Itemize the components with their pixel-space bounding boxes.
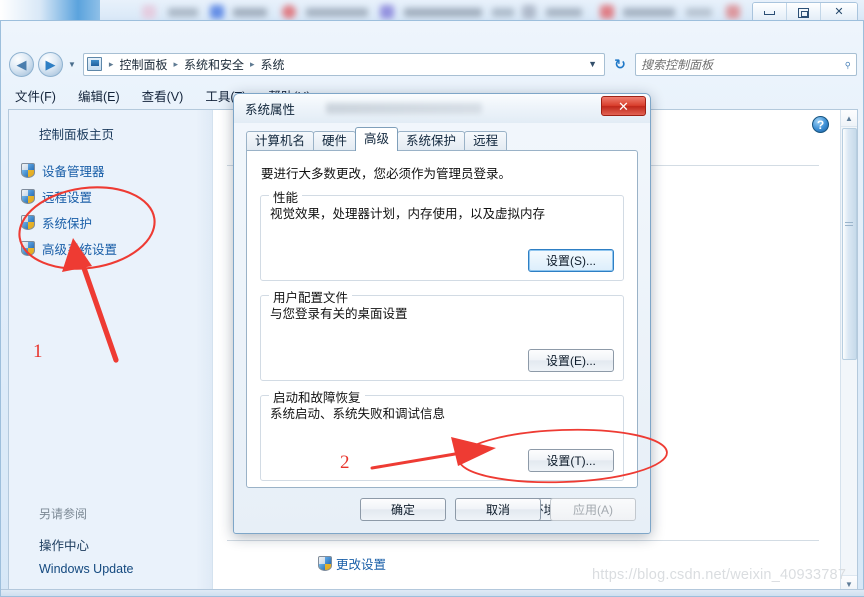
admin-note: 要进行大多数更改，您必须作为管理员登录。: [261, 167, 512, 181]
blurred-tab-text: [686, 8, 712, 17]
blurred-tab-text: [404, 8, 482, 17]
close-icon: ✕: [834, 6, 844, 18]
startup-recovery-settings-button[interactable]: 设置(T)...: [528, 449, 614, 472]
restore-icon: [798, 7, 809, 18]
vertical-scrollbar[interactable]: ▲ ▼: [840, 110, 857, 592]
breadcrumb-separator: ▸: [173, 58, 178, 69]
user-profiles-settings-button[interactable]: 设置(E)...: [528, 349, 614, 372]
blurred-tab-text: [546, 8, 582, 17]
refresh-button[interactable]: ↻: [609, 56, 631, 73]
blurred-tab-icon: [142, 5, 156, 19]
shield-icon: [21, 162, 35, 178]
dialog-tabstrip: 计算机名 硬件 高级 系统保护 远程: [246, 127, 508, 151]
shield-icon: [21, 188, 35, 204]
annotation-marker-1: 1: [33, 341, 43, 362]
group-description: 系统启动、系统失败和调试信息: [270, 407, 446, 421]
breadcrumb-separator: ▸: [108, 58, 114, 69]
forward-button[interactable]: ▶: [38, 51, 63, 77]
system-properties-dialog: 系统属性 ✕ 计算机名 硬件 高级 系统保护 远程 要进行大多数更改，您必须作为…: [233, 93, 651, 534]
sidebar-item-windows-update[interactable]: Windows Update: [9, 558, 212, 580]
blurred-tab-icon: [380, 5, 394, 19]
change-settings-label: 更改设置: [336, 558, 387, 572]
back-button[interactable]: ◀: [9, 51, 34, 77]
shield-icon: [21, 240, 35, 256]
tab-advanced[interactable]: 高级: [355, 127, 399, 151]
sidebar-item-label: 远程设置: [42, 190, 93, 205]
sidebar-item-action-center[interactable]: 操作中心: [9, 531, 212, 558]
scrollbar-thumb[interactable]: [842, 128, 857, 360]
menu-item-view[interactable]: 查看(V): [142, 86, 184, 105]
sidebar-item-system-protection[interactable]: 系统保护: [9, 209, 212, 235]
divider: [227, 540, 819, 541]
see-also-header: 另请参阅: [39, 507, 88, 521]
breadcrumb-item-1[interactable]: 系统和安全: [182, 56, 246, 73]
search-box[interactable]: 搜索控制面板 ⌕: [635, 52, 857, 76]
tab-remote[interactable]: 远程: [464, 131, 508, 151]
blurred-tab-text: [492, 8, 514, 17]
cancel-button[interactable]: 取消: [455, 498, 541, 521]
minimize-icon: [764, 10, 775, 15]
blurred-tab-icon: [600, 5, 614, 19]
blurred-tab-text: [306, 8, 368, 17]
group-startup-recovery: 启动和故障恢复 系统启动、系统失败和调试信息 设置(T)...: [260, 387, 624, 481]
sidebar-item-control-panel-home[interactable]: 控制面板主页: [9, 124, 212, 157]
breadcrumb-item-2[interactable]: 系统: [259, 56, 287, 73]
breadcrumb-separator: ▸: [250, 58, 255, 69]
refresh-icon: ↻: [614, 55, 626, 72]
group-description: 与您登录有关的桌面设置: [270, 307, 408, 321]
blurred-tab-text: [233, 8, 267, 17]
blurred-title-text: [326, 103, 482, 114]
sidebar-item-label: 设备管理器: [42, 164, 105, 179]
blurred-tab-icon: [726, 5, 740, 19]
group-description: 视觉效果，处理器计划，内存使用，以及虚拟内存: [270, 207, 546, 221]
dialog-close-button[interactable]: ✕: [601, 96, 646, 116]
watermark: https://blog.csdn.net/weixin_40933787: [592, 567, 847, 583]
help-icon[interactable]: ?: [812, 116, 829, 133]
menu-item-edit[interactable]: 编辑(E): [78, 86, 120, 105]
apply-button: 应用(A): [550, 498, 636, 521]
group-user-profiles: 用户配置文件 与您登录有关的桌面设置 设置(E)...: [260, 287, 624, 381]
blurred-tab-text: [168, 8, 198, 17]
tab-hardware[interactable]: 硬件: [313, 131, 357, 151]
group-performance: 性能 视觉效果，处理器计划，内存使用，以及虚拟内存 设置(S)...: [260, 187, 624, 281]
blurred-tab-icon: [282, 5, 296, 19]
blurred-tab-text: [623, 8, 675, 17]
breadcrumb-item-0[interactable]: 控制面板: [117, 56, 169, 73]
performance-settings-button[interactable]: 设置(S)...: [528, 249, 614, 272]
address-dropdown-icon[interactable]: ▼: [583, 59, 602, 69]
change-settings-link[interactable]: 更改设置: [318, 554, 386, 573]
screen-root: ✕ ◀ ▶ ▼ ▸ 控制面板 ▸ 系统和安全 ▸ 系统 ▼ ↻ 搜索控制面板 ⌕…: [0, 0, 864, 597]
dialog-footer: 确定 取消 应用(A): [360, 498, 636, 521]
sidebar-item-device-manager[interactable]: 设备管理器: [9, 157, 212, 183]
shield-icon: [21, 214, 35, 230]
address-bar[interactable]: ▸ 控制面板 ▸ 系统和安全 ▸ 系统 ▼: [82, 52, 605, 76]
recent-pages-dropdown[interactable]: ▼: [68, 60, 76, 69]
sidebar-item-remote-settings[interactable]: 远程设置: [9, 183, 212, 209]
dialog-body: 计算机名 硬件 高级 系统保护 远程 要进行大多数更改，您必须作为管理员登录。 …: [234, 123, 650, 533]
scroll-up-arrow[interactable]: ▲: [841, 110, 857, 127]
tab-page-advanced: 要进行大多数更改，您必须作为管理员登录。 性能 视觉效果，处理器计划，内存使用，…: [246, 150, 638, 488]
tab-computer-name[interactable]: 计算机名: [246, 131, 315, 151]
blurred-tab-icon: [522, 5, 536, 19]
forward-arrow-icon: ▶: [45, 56, 56, 72]
sidebar-item-label: 系统保护: [42, 216, 93, 231]
shield-icon: [318, 556, 332, 571]
sidebar-item-label: 高级系统设置: [42, 242, 118, 257]
blurred-tab-icon: [210, 5, 224, 19]
breadcrumb: 控制面板 ▸ 系统和安全 ▸ 系统: [117, 56, 583, 73]
dialog-title: 系统属性: [245, 103, 296, 117]
search-input[interactable]: 搜索控制面板: [641, 56, 844, 73]
address-bar-row: ◀ ▶ ▼ ▸ 控制面板 ▸ 系统和安全 ▸ 系统 ▼ ↻ 搜索控制面板 ⌕: [1, 47, 864, 81]
tab-system-protection[interactable]: 系统保护: [397, 131, 466, 151]
status-bar: [1, 589, 864, 596]
back-arrow-icon: ◀: [16, 56, 27, 72]
sidebar-item-advanced-system-settings[interactable]: 高级系统设置: [9, 235, 212, 261]
dialog-title-bar[interactable]: 系统属性 ✕: [234, 94, 650, 123]
control-panel-icon: [86, 57, 102, 71]
ok-button[interactable]: 确定: [360, 498, 446, 521]
annotation-marker-2: 2: [340, 452, 350, 473]
scrollbar-grip: [845, 222, 853, 228]
menu-item-file[interactable]: 文件(F): [15, 86, 56, 105]
see-also-section: 另请参阅 操作中心 Windows Update: [9, 505, 212, 580]
